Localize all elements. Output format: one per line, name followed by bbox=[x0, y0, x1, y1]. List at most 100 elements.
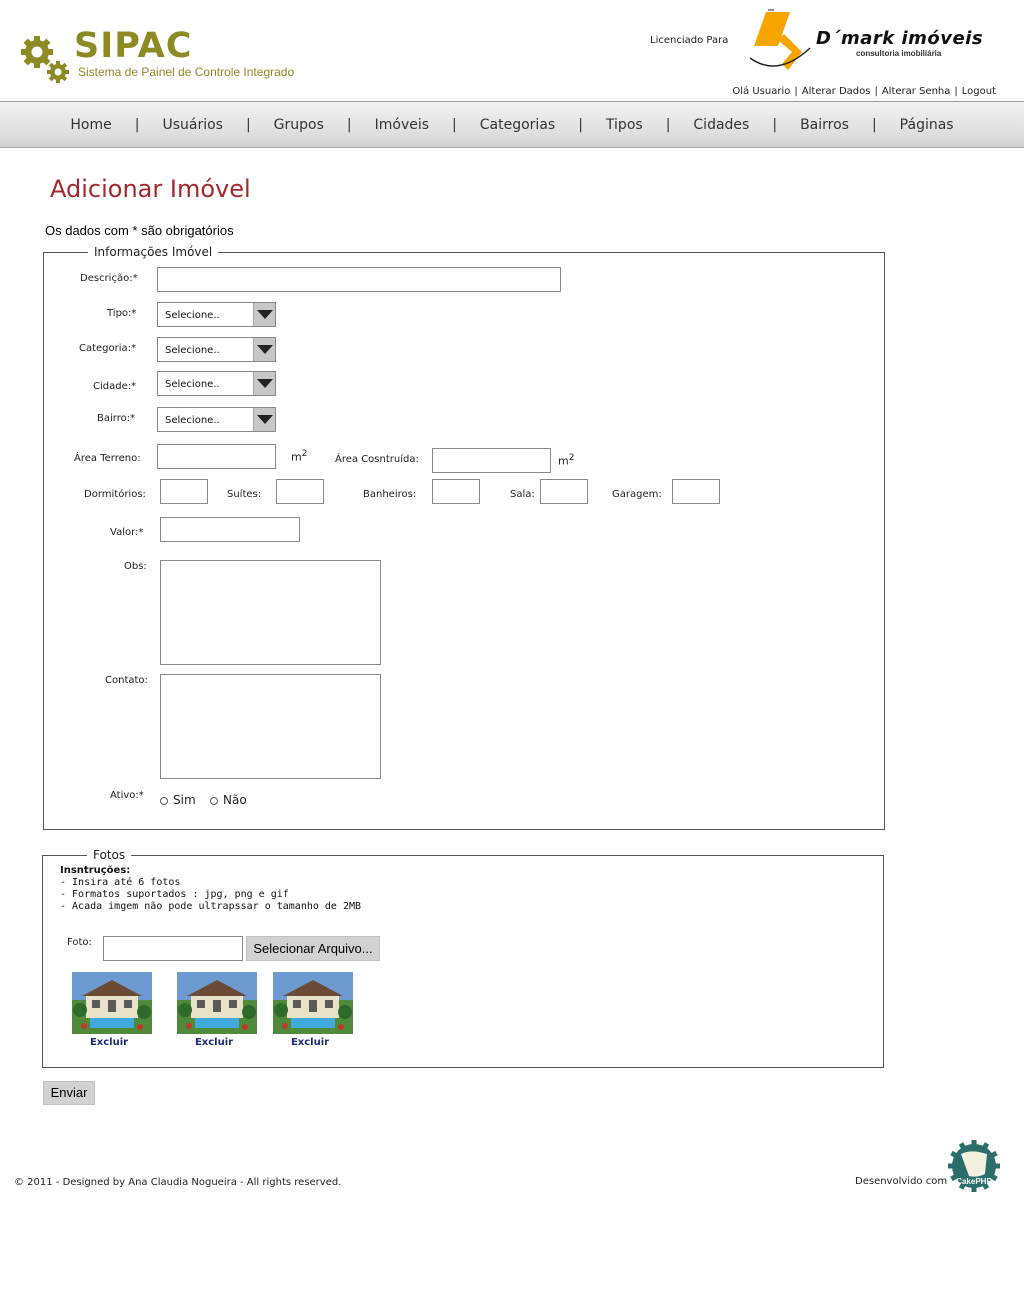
bairro-label: Bairro:* bbox=[97, 413, 136, 424]
required-note: Os dados com * são obrigatórios bbox=[45, 223, 234, 238]
ativo-sim-label: Sim bbox=[173, 793, 196, 807]
garagem-input[interactable] bbox=[672, 479, 720, 504]
nav-item-cidades[interactable]: Cidades bbox=[689, 117, 753, 133]
instructions-title: Insntruções: bbox=[60, 865, 131, 876]
area-terreno-label: Área Terreno: bbox=[74, 453, 141, 464]
unit-exponent: 2 bbox=[568, 453, 575, 463]
developed-with-label: Desenvolvido com bbox=[855, 1176, 948, 1187]
header: SIPAC Sistema de Painel de Controle Inte… bbox=[0, 0, 1024, 101]
obs-label: Obs: bbox=[124, 561, 147, 572]
info-legend: Informações Imóvel bbox=[94, 245, 213, 259]
valor-input[interactable] bbox=[160, 517, 300, 542]
ativo-nao-label: Não bbox=[223, 793, 247, 807]
dropdown-arrow-icon[interactable] bbox=[253, 303, 275, 326]
dmark-logo-icon bbox=[749, 9, 811, 70]
separator: | bbox=[874, 86, 878, 97]
area-construida-input[interactable] bbox=[432, 448, 551, 473]
main-nav: Home | Usuários | Grupos | Imóveis | Cat… bbox=[0, 101, 1024, 148]
nav-item-categorias[interactable]: Categorias bbox=[476, 117, 559, 133]
unit-text: m bbox=[291, 450, 302, 464]
area-construida-unit: m2 bbox=[558, 453, 574, 468]
nav-item-imoveis[interactable]: Imóveis bbox=[371, 117, 433, 133]
nav-item-usuarios[interactable]: Usuários bbox=[158, 117, 227, 133]
unit-exponent: 2 bbox=[301, 449, 308, 459]
delete-photo-link[interactable]: Excluir bbox=[174, 1037, 254, 1048]
nav-separator: | bbox=[346, 116, 352, 133]
area-terreno-unit: m2 bbox=[291, 449, 307, 464]
sala-label: Sala: bbox=[510, 489, 535, 500]
categoria-label: Categoria:* bbox=[79, 343, 137, 354]
house-photo-thumbnail bbox=[177, 972, 257, 1034]
house-photo-thumbnail bbox=[273, 972, 353, 1034]
banheiros-input[interactable] bbox=[432, 479, 480, 504]
sala-input[interactable] bbox=[540, 479, 588, 504]
nav-separator: | bbox=[134, 116, 140, 133]
dormitorios-input[interactable] bbox=[160, 479, 208, 504]
nav-item-bairros[interactable]: Bairros bbox=[796, 117, 853, 133]
nav-separator: | bbox=[245, 116, 251, 133]
alterar-senha-link[interactable]: Alterar Senha bbox=[882, 86, 951, 97]
garagem-label: Garagem: bbox=[612, 489, 662, 500]
area-terreno-input[interactable] bbox=[157, 444, 276, 469]
nav-item-grupos[interactable]: Grupos bbox=[270, 117, 328, 133]
license-label: Licenciado Para bbox=[650, 35, 729, 46]
dropdown-arrow-icon[interactable] bbox=[253, 372, 275, 395]
descricao-label: Descrição:* bbox=[80, 273, 138, 284]
nav-item-tipos[interactable]: Tipos bbox=[602, 117, 647, 133]
nav-item-paginas[interactable]: Páginas bbox=[896, 117, 958, 133]
nav-separator: | bbox=[665, 116, 671, 133]
instruction-line: - Acada imgem não pode ultrapssar o tama… bbox=[60, 901, 362, 912]
tipo-select-value: Selecione.. bbox=[165, 310, 220, 321]
nav-item-home[interactable]: Home bbox=[66, 117, 115, 133]
dropdown-arrow-icon[interactable] bbox=[253, 338, 275, 361]
bairro-select[interactable]: Selecione.. bbox=[157, 407, 276, 432]
submit-button[interactable]: Enviar bbox=[43, 1081, 95, 1105]
select-file-button[interactable]: Selecionar Arquivo... bbox=[246, 936, 380, 961]
delete-photo-link[interactable]: Excluir bbox=[270, 1037, 350, 1048]
brand-title: SIPAC bbox=[74, 26, 193, 66]
valor-label: Valor:* bbox=[110, 527, 144, 538]
nav-separator: | bbox=[578, 116, 583, 133]
cakephp-logo-icon[interactable]: CakePHP bbox=[947, 1140, 1001, 1192]
nav-separator: | bbox=[772, 116, 778, 133]
tipo-label: Tipo:* bbox=[107, 308, 137, 319]
suites-label: Suítes: bbox=[227, 489, 262, 500]
foto-label: Foto: bbox=[67, 937, 92, 948]
copyright: © 2011 - Designed by Ana Claudia Nogueir… bbox=[14, 1177, 342, 1188]
obs-textarea[interactable] bbox=[160, 560, 381, 665]
alterar-dados-link[interactable]: Alterar Dados bbox=[802, 86, 871, 97]
foto-file-input[interactable] bbox=[103, 936, 243, 961]
nav-separator: | bbox=[452, 116, 457, 133]
ativo-sim-radio[interactable] bbox=[160, 797, 168, 805]
client-tagline: consultoria imobiliária bbox=[856, 49, 942, 58]
upload-instructions: Insntruções: - Insira até 6 fotos - Form… bbox=[60, 865, 361, 913]
user-links: Olá Usuario | Alterar Dados | Alterar Senha |… bbox=[732, 86, 996, 97]
ativo-nao-radio[interactable] bbox=[210, 797, 218, 805]
separator: | bbox=[794, 86, 798, 97]
bairro-select-value: Selecione.. bbox=[165, 415, 220, 426]
logout-link[interactable]: Logout bbox=[962, 86, 996, 97]
cidade-label: Cidade:* bbox=[93, 381, 137, 392]
unit-text: m bbox=[558, 454, 569, 468]
gears-logo-icon bbox=[21, 36, 69, 83]
contato-textarea[interactable] bbox=[160, 674, 381, 779]
dormitorios-label: Dormitórios: bbox=[84, 489, 146, 500]
dropdown-arrow-icon[interactable] bbox=[253, 408, 275, 431]
cidade-select[interactable]: Selecione.. bbox=[157, 371, 276, 396]
categoria-select[interactable]: Selecione.. bbox=[157, 337, 276, 362]
descricao-input[interactable] bbox=[157, 267, 561, 292]
contato-label: Contato: bbox=[105, 675, 148, 686]
photos-legend: Fotos bbox=[93, 848, 126, 862]
categoria-select-value: Selecione.. bbox=[165, 345, 220, 356]
brand-subtitle: Sistema de Painel de Controle Integrado bbox=[78, 65, 295, 79]
client-name: D´mark imóveis bbox=[816, 28, 984, 49]
page-title: Adicionar Imóvel bbox=[50, 175, 251, 203]
instruction-line: - Formatos suportados : jpg, png e gif bbox=[60, 889, 289, 900]
suites-input[interactable] bbox=[276, 479, 324, 504]
delete-photo-link[interactable]: Excluir bbox=[69, 1037, 149, 1048]
area-construida-label: Área Cosntruída: bbox=[335, 454, 419, 465]
cidade-select-value: Selecione.. bbox=[165, 379, 220, 390]
separator: | bbox=[954, 86, 958, 97]
tipo-select[interactable]: Selecione.. bbox=[157, 302, 276, 327]
user-greeting: Olá Usuario bbox=[732, 86, 791, 97]
